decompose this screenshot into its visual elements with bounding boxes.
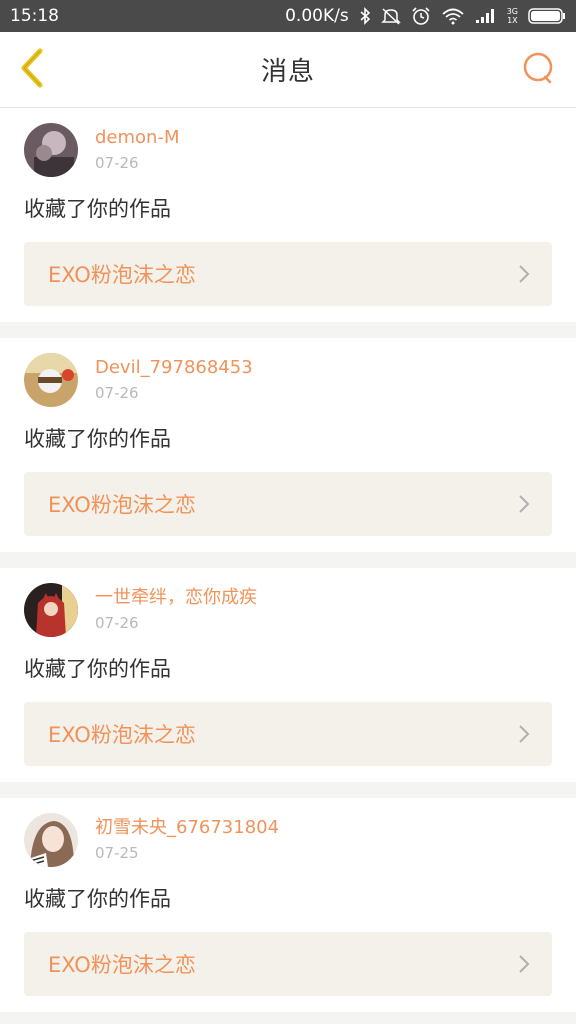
network-speed: 0.00K/s: [285, 6, 349, 26]
action-text: 收藏了你的作品: [24, 427, 171, 451]
chevron-right-icon: [518, 264, 530, 284]
messages-screen: 15:18 0.00K/s 3G 1X 消息 demon-M 07-26 收藏了…: [0, 0, 576, 1024]
work-title: EXO粉泡沫之恋: [48, 953, 196, 977]
avatar[interactable]: [24, 813, 78, 867]
work-link[interactable]: EXO粉泡沫之恋: [24, 932, 552, 996]
back-button[interactable]: [12, 46, 52, 94]
chevron-left-icon: [18, 48, 46, 92]
chevron-right-icon: [518, 494, 530, 514]
mute-icon: [380, 7, 401, 25]
message-item: demon-M 07-26 收藏了你的作品 EXO粉泡沫之恋: [0, 108, 576, 322]
signal-icon: [475, 8, 497, 24]
message-date: 07-26: [95, 154, 139, 172]
status-bar: 15:18 0.00K/s 3G 1X: [0, 0, 576, 32]
search-icon: [521, 51, 555, 89]
wifi-icon: [441, 7, 465, 25]
bluetooth-icon: [359, 7, 371, 25]
battery-icon: [528, 8, 566, 24]
message-date: 07-25: [95, 844, 139, 862]
avatar[interactable]: [24, 583, 78, 637]
message-item: 一世牵绊，恋你成疾 07-26 收藏了你的作品 EXO粉泡沫之恋: [0, 568, 576, 782]
app-header: 消息: [0, 32, 576, 108]
work-title: EXO粉泡沫之恋: [48, 493, 196, 517]
alarm-icon: [411, 6, 431, 26]
work-link[interactable]: EXO粉泡沫之恋: [24, 472, 552, 536]
message-list: demon-M 07-26 收藏了你的作品 EXO粉泡沫之恋 Devil_797…: [0, 108, 576, 1012]
work-title: EXO粉泡沫之恋: [48, 263, 196, 287]
avatar[interactable]: [24, 123, 78, 177]
username[interactable]: 一世牵绊，恋你成疾: [95, 586, 257, 610]
page-title: 消息: [260, 57, 315, 87]
action-text: 收藏了你的作品: [24, 197, 171, 221]
action-text: 收藏了你的作品: [24, 657, 171, 681]
message-item: Devil_797868453 07-26 收藏了你的作品 EXO粉泡沫之恋: [0, 338, 576, 552]
username[interactable]: demon-M: [95, 126, 179, 150]
work-link[interactable]: EXO粉泡沫之恋: [24, 702, 552, 766]
message-date: 07-26: [95, 614, 139, 632]
message-date: 07-26: [95, 384, 139, 402]
search-button[interactable]: [520, 52, 556, 88]
action-text: 收藏了你的作品: [24, 887, 171, 911]
message-item: 初雪未央_676731804 07-25 收藏了你的作品 EXO粉泡沫之恋: [0, 798, 576, 1012]
status-time: 15:18: [10, 6, 59, 26]
chevron-right-icon: [518, 954, 530, 974]
network-type-label: 3G 1X: [506, 7, 518, 25]
work-title: EXO粉泡沫之恋: [48, 723, 196, 747]
avatar[interactable]: [24, 353, 78, 407]
chevron-right-icon: [518, 724, 530, 744]
username[interactable]: 初雪未央_676731804: [95, 816, 279, 840]
work-link[interactable]: EXO粉泡沫之恋: [24, 242, 552, 306]
username[interactable]: Devil_797868453: [95, 356, 253, 380]
